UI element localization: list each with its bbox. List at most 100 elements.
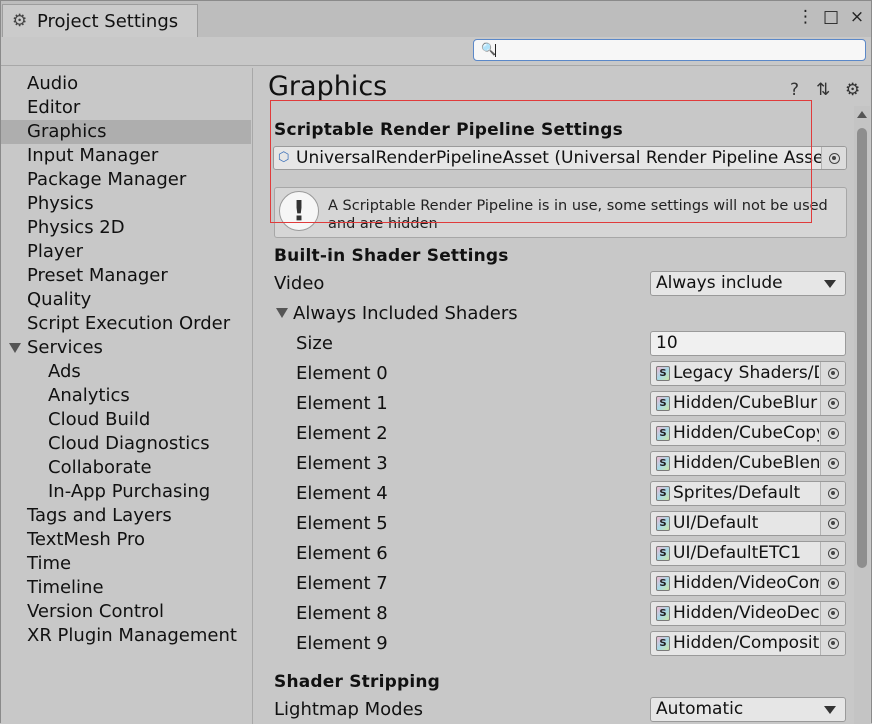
- object-picker-icon: [827, 608, 839, 619]
- scrollbar-thumb[interactable]: [857, 128, 867, 568]
- sidebar-item-input-manager[interactable]: Input Manager: [1, 144, 251, 168]
- shader-icon: S: [656, 576, 670, 591]
- sidebar-item-physics-2d[interactable]: Physics 2D: [1, 216, 251, 240]
- size-field[interactable]: 10: [650, 331, 846, 356]
- page-title: Graphics: [268, 71, 388, 102]
- shader-field[interactable]: S UI/DefaultETC1: [650, 541, 846, 566]
- scroll-up-icon[interactable]: [857, 111, 867, 118]
- shader-field-value: Legacy Shaders/Diffuse: [673, 363, 819, 383]
- shader-field[interactable]: S Hidden/CubeBlend: [650, 451, 846, 476]
- shader-field-value: Hidden/CubeBlur: [673, 393, 818, 413]
- shader-field[interactable]: S Hidden/CubeCopy: [650, 421, 846, 446]
- sidebar-item-in-app-purchasing[interactable]: In-App Purchasing: [1, 480, 251, 504]
- lightmap-modes-value: Automatic: [656, 699, 744, 719]
- sidebar-item-analytics[interactable]: Analytics: [1, 384, 251, 408]
- sidebar-item-services[interactable]: Services: [1, 336, 251, 360]
- video-dropdown[interactable]: Always include: [650, 271, 846, 296]
- object-picker-icon: [827, 428, 839, 439]
- sidebar-item-cloud-build[interactable]: Cloud Build: [1, 408, 251, 432]
- render-pipeline-asset-field[interactable]: ⬡ UniversalRenderPipelineAsset (Universa…: [273, 146, 847, 170]
- element-label: Element 6: [296, 543, 388, 564]
- shader-field-value: Hidden/CubeBlend: [673, 453, 819, 473]
- object-picker-icon: [828, 152, 840, 164]
- element-label: Element 5: [296, 513, 388, 534]
- object-picker-button[interactable]: [820, 602, 845, 625]
- shader-icon: S: [656, 636, 670, 651]
- more-options-icon[interactable]: ⋮: [797, 7, 814, 27]
- sidebar-item-player[interactable]: Player: [1, 240, 251, 264]
- object-picker-button[interactable]: [820, 362, 845, 385]
- search-icon: 🔍: [481, 42, 496, 56]
- lightmap-modes-label: Lightmap Modes: [274, 699, 424, 720]
- expand-arrow-icon[interactable]: [9, 343, 21, 353]
- object-picker-button[interactable]: [820, 572, 845, 595]
- element-label: Element 8: [296, 603, 388, 624]
- element-label: Element 4: [296, 483, 388, 504]
- shader-field[interactable]: S Hidden/VideoDecode: [650, 601, 846, 626]
- sidebar-item-tags-and-layers[interactable]: Tags and Layers: [1, 504, 251, 528]
- window-tab[interactable]: ⚙ Project Settings: [2, 4, 198, 37]
- object-picker-button[interactable]: [820, 632, 845, 655]
- object-picker-icon: [827, 458, 839, 469]
- vertical-scrollbar[interactable]: [854, 106, 870, 724]
- sidebar-item-audio[interactable]: Audio: [1, 72, 251, 96]
- presets-icon[interactable]: ⇅: [816, 80, 830, 100]
- element-label: Element 2: [296, 423, 388, 444]
- settings-gear-icon[interactable]: ⚙: [845, 80, 860, 100]
- object-picker-button[interactable]: [820, 452, 845, 475]
- sidebar-item-collaborate[interactable]: Collaborate: [1, 456, 251, 480]
- object-picker-button[interactable]: [820, 392, 845, 415]
- shader-icon: S: [656, 606, 670, 621]
- sidebar-item-editor[interactable]: Editor: [1, 96, 251, 120]
- shader-stripping-header: Shader Stripping: [274, 672, 441, 692]
- shader-field[interactable]: S Hidden/Compositing: [650, 631, 846, 656]
- sidebar-item-physics[interactable]: Physics: [1, 192, 251, 216]
- element-label: Element 3: [296, 453, 388, 474]
- object-picker-button[interactable]: [820, 542, 845, 565]
- sidebar-item-time[interactable]: Time: [1, 552, 251, 576]
- sidebar-item-ads[interactable]: Ads: [1, 360, 251, 384]
- srp-settings-header: Scriptable Render Pipeline Settings: [274, 120, 623, 140]
- shader-field[interactable]: S Legacy Shaders/Diffuse: [650, 361, 846, 386]
- shader-field-value: Hidden/CubeCopy: [673, 423, 819, 443]
- shader-field-value: UI/Default: [673, 513, 759, 533]
- dropdown-arrow-icon: [824, 706, 836, 714]
- sidebar-item-quality[interactable]: Quality: [1, 288, 251, 312]
- window-title: Project Settings: [37, 10, 179, 32]
- shader-icon: S: [656, 516, 670, 531]
- sidebar-item-preset-manager[interactable]: Preset Manager: [1, 264, 251, 288]
- render-pipeline-asset-icon: ⬡: [278, 150, 290, 165]
- foldout-arrow-icon[interactable]: [276, 308, 288, 318]
- shader-field[interactable]: S Hidden/VideoComposite: [650, 571, 846, 596]
- sidebar-item-xr-plugin-management[interactable]: XR Plugin Management: [1, 624, 251, 648]
- object-picker-button[interactable]: [821, 147, 846, 169]
- sidebar-item-version-control[interactable]: Version Control: [1, 600, 251, 624]
- search-input[interactable]: 🔍: [473, 39, 866, 61]
- shader-field[interactable]: S Hidden/CubeBlur: [650, 391, 846, 416]
- always-included-shaders-foldout[interactable]: Always Included Shaders: [293, 303, 518, 324]
- warning-icon: !: [279, 191, 319, 231]
- shader-icon: S: [656, 456, 670, 471]
- size-field-value: 10: [656, 333, 678, 353]
- shader-field-value: Sprites/Default: [673, 483, 801, 503]
- render-pipeline-asset-value: UniversalRenderPipelineAsset (Universal …: [296, 148, 837, 168]
- sidebar-item-package-manager[interactable]: Package Manager: [1, 168, 251, 192]
- sidebar-item-graphics[interactable]: Graphics: [1, 120, 251, 144]
- lightmap-modes-dropdown[interactable]: Automatic: [650, 697, 846, 722]
- sidebar-item-textmesh-pro[interactable]: TextMesh Pro: [1, 528, 251, 552]
- object-picker-button[interactable]: [820, 512, 845, 535]
- object-picker-button[interactable]: [820, 422, 845, 445]
- close-icon[interactable]: ×: [849, 7, 865, 27]
- maximize-icon[interactable]: □: [823, 7, 839, 27]
- sidebar-item-script-execution-order[interactable]: Script Execution Order: [1, 312, 251, 336]
- sidebar-item-cloud-diagnostics[interactable]: Cloud Diagnostics: [1, 432, 251, 456]
- shader-field-value: Hidden/VideoDecode: [673, 603, 819, 623]
- shader-field[interactable]: S Sprites/Default: [650, 481, 846, 506]
- object-picker-icon: [827, 368, 839, 379]
- sidebar-item-timeline[interactable]: Timeline: [1, 576, 251, 600]
- builtin-shader-settings-header: Built-in Shader Settings: [274, 246, 509, 266]
- shader-field[interactable]: S UI/Default: [650, 511, 846, 536]
- project-settings-window: ⚙ Project Settings ⋮ □ × 🔍 Audio Editor …: [0, 0, 872, 724]
- help-icon[interactable]: ?: [790, 80, 799, 100]
- object-picker-button[interactable]: [820, 482, 845, 505]
